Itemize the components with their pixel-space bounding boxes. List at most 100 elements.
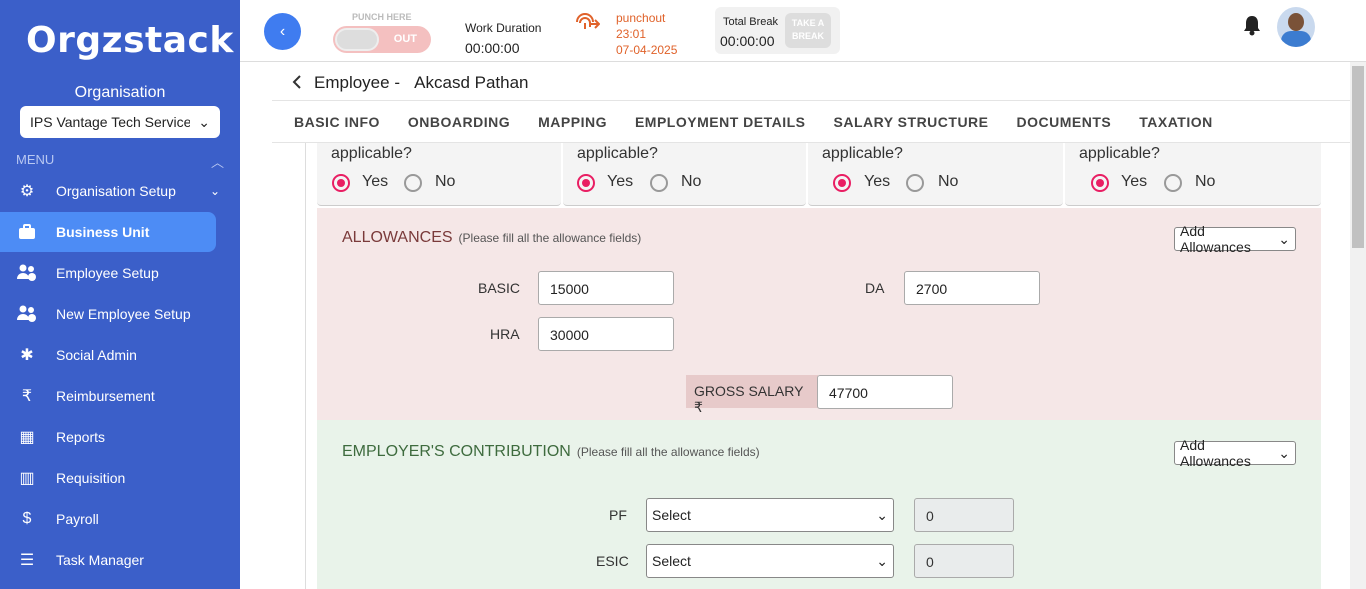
- sidebar-item-reports[interactable]: ▦ Reports: [0, 417, 216, 457]
- yes-label: Yes: [1121, 173, 1148, 190]
- no-radio[interactable]: [1164, 174, 1182, 192]
- sidebar: Orgzstack Organisation IPS Vantage Tech …: [0, 0, 240, 589]
- yes-label: Yes: [362, 173, 389, 190]
- no-label: No: [1195, 173, 1216, 190]
- yes-radio[interactable]: [1091, 174, 1109, 192]
- chevron-down-icon: ⌄: [1278, 230, 1290, 247]
- tab-bar: BASIC INFO ONBOARDING MAPPING EMPLOYMENT…: [272, 100, 1350, 143]
- no-radio[interactable]: [650, 174, 668, 192]
- sidebar-item-task-manager[interactable]: ☰ Task Manager: [0, 540, 216, 580]
- punch-toggle[interactable]: OUT: [333, 26, 431, 53]
- applicable-card-4: applicable? Yes No: [1065, 143, 1321, 206]
- punchout-info: punchout 23:01 07-04-2025: [616, 10, 677, 58]
- pf-select[interactable]: Select ⌄: [646, 498, 894, 532]
- take-break-line-2: BREAK: [791, 31, 824, 41]
- tab-employment-details[interactable]: EMPLOYMENT DETAILS: [635, 114, 806, 130]
- sidebar-item-requisition[interactable]: ▥ Requisition: [0, 458, 216, 498]
- menu-header[interactable]: MENU ︿: [16, 152, 224, 171]
- pf-label: PF: [609, 507, 627, 523]
- payroll-icon: $: [22, 510, 32, 527]
- take-a-break-button[interactable]: TAKE A BREAK: [785, 13, 831, 48]
- sidebar-item-payroll[interactable]: $ Payroll: [0, 499, 216, 539]
- user-avatar[interactable]: [1277, 7, 1315, 47]
- chevron-left-icon: ‹: [279, 22, 286, 40]
- hra-input[interactable]: 30000: [538, 317, 674, 351]
- sidebar-item-reimbursement[interactable]: ₹ Reimbursement: [0, 376, 216, 416]
- add-allowances-select[interactable]: Add Allowances ⌄: [1174, 223, 1296, 255]
- organisation-select[interactable]: IPS Vantage Tech Services ⌄: [20, 106, 220, 138]
- fingerprint-icon: [574, 10, 601, 40]
- yes-radio[interactable]: [332, 174, 350, 192]
- yes-label: Yes: [607, 173, 634, 190]
- organisation-label: Organisation: [74, 84, 166, 101]
- take-break-line-1: TAKE A: [791, 18, 825, 28]
- employee-name: Akcasd Pathan: [414, 73, 529, 92]
- sidebar-item-label: Social Admin: [56, 347, 137, 363]
- no-radio[interactable]: [404, 174, 422, 192]
- total-break-box: Total Break 00:00:00 TAKE A BREAK: [715, 7, 840, 54]
- employee-header: Employee - Akcasd Pathan: [272, 62, 1350, 100]
- no-label: No: [435, 173, 456, 190]
- add-allowances-select[interactable]: Add Allowances ⌄: [1174, 437, 1296, 469]
- question-label: applicable?: [822, 145, 903, 162]
- applicable-card-1: applicable? Yes No: [317, 143, 561, 206]
- sidebar-item-label: Business Unit: [56, 224, 150, 240]
- da-input[interactable]: 2700: [904, 271, 1040, 305]
- scrollbar-thumb[interactable]: [1352, 66, 1364, 248]
- sidebar-item-label: Payroll: [56, 511, 99, 527]
- sidebar-item-business-unit[interactable]: Business Unit: [0, 212, 216, 252]
- punch-toggle-knob: [335, 28, 379, 51]
- total-break-label: Total Break: [723, 16, 779, 28]
- pf-select-value: Select: [652, 507, 691, 523]
- sidebar-item-new-employee-setup[interactable]: New Employee Setup: [0, 294, 216, 334]
- sidebar-item-label: Organisation Setup: [56, 183, 176, 199]
- add-allowances-label: Add Allowances: [1180, 223, 1251, 255]
- top-bar: ‹ PUNCH HERE OUT Work Duration 00:00:00 …: [240, 0, 1366, 62]
- punchout-date: 07-04-2025: [616, 43, 678, 57]
- sidebar-item-label: Reports: [56, 429, 106, 445]
- sidebar-item-organisation-setup[interactable]: ⚙ Organisation Setup ⌄: [0, 171, 220, 211]
- back-chevron-icon[interactable]: [292, 75, 302, 94]
- tab-onboarding[interactable]: ONBOARDING: [408, 114, 510, 130]
- chevron-down-icon: ⌄: [1278, 444, 1290, 461]
- section-note: (Please fill all the allowance fields): [576, 445, 760, 459]
- content-gutter: [272, 143, 306, 589]
- sidebar-item-label: Reimbursement: [56, 388, 155, 404]
- social-icon: ✱: [20, 347, 34, 364]
- yes-radio[interactable]: [577, 174, 595, 192]
- no-label: No: [938, 173, 959, 190]
- work-duration-label: Work Duration: [465, 21, 542, 35]
- briefcase-icon: [16, 221, 38, 243]
- esic-select-value: Select: [652, 553, 691, 569]
- yes-radio[interactable]: [833, 174, 851, 192]
- tab-documents[interactable]: DOCUMENTS: [1017, 114, 1112, 130]
- gross-salary-input[interactable]: 47700: [817, 375, 953, 409]
- allowances-title: ALLOWANCES: [342, 229, 453, 246]
- sidebar-item-social-admin[interactable]: ✱ Social Admin: [0, 335, 216, 375]
- section-note: (Please fill all the allowance fields): [458, 231, 642, 245]
- chevron-down-icon: ⌄: [876, 506, 888, 523]
- sidebar-item-label: Requisition: [56, 470, 126, 486]
- menu-header-label: MENU: [16, 152, 55, 167]
- yes-label: Yes: [864, 173, 891, 190]
- applicable-card-3: applicable? Yes No: [808, 143, 1063, 206]
- question-label: applicable?: [1079, 145, 1160, 162]
- question-label: applicable?: [331, 145, 412, 162]
- esic-select[interactable]: Select ⌄: [646, 544, 894, 578]
- sidebar-item-employee-setup[interactable]: Employee Setup: [0, 253, 216, 293]
- task-list-icon: ☰: [19, 552, 35, 569]
- collapse-sidebar-button[interactable]: ‹: [264, 13, 301, 50]
- tab-taxation[interactable]: TAXATION: [1139, 114, 1212, 130]
- no-radio[interactable]: [906, 174, 924, 192]
- basic-input[interactable]: 15000: [538, 271, 674, 305]
- tab-basic-info[interactable]: BASIC INFO: [294, 114, 380, 130]
- tab-salary-structure[interactable]: SALARY STRUCTURE: [834, 114, 989, 130]
- section-title: EMPLOYER'S CONTRIBUTION (Please fill all …: [342, 443, 760, 461]
- tab-mapping[interactable]: MAPPING: [538, 114, 607, 130]
- notification-bell-icon[interactable]: [1242, 14, 1262, 42]
- app-logo: Orgzstack: [26, 20, 234, 61]
- allowances-section: ALLOWANCES (Please fill all the allowance…: [317, 208, 1321, 420]
- page-title: Employee - Akcasd Pathan: [314, 73, 529, 93]
- org-setup-icon: ⚙: [19, 183, 35, 200]
- punch-here-label: PUNCH HERE: [352, 12, 412, 22]
